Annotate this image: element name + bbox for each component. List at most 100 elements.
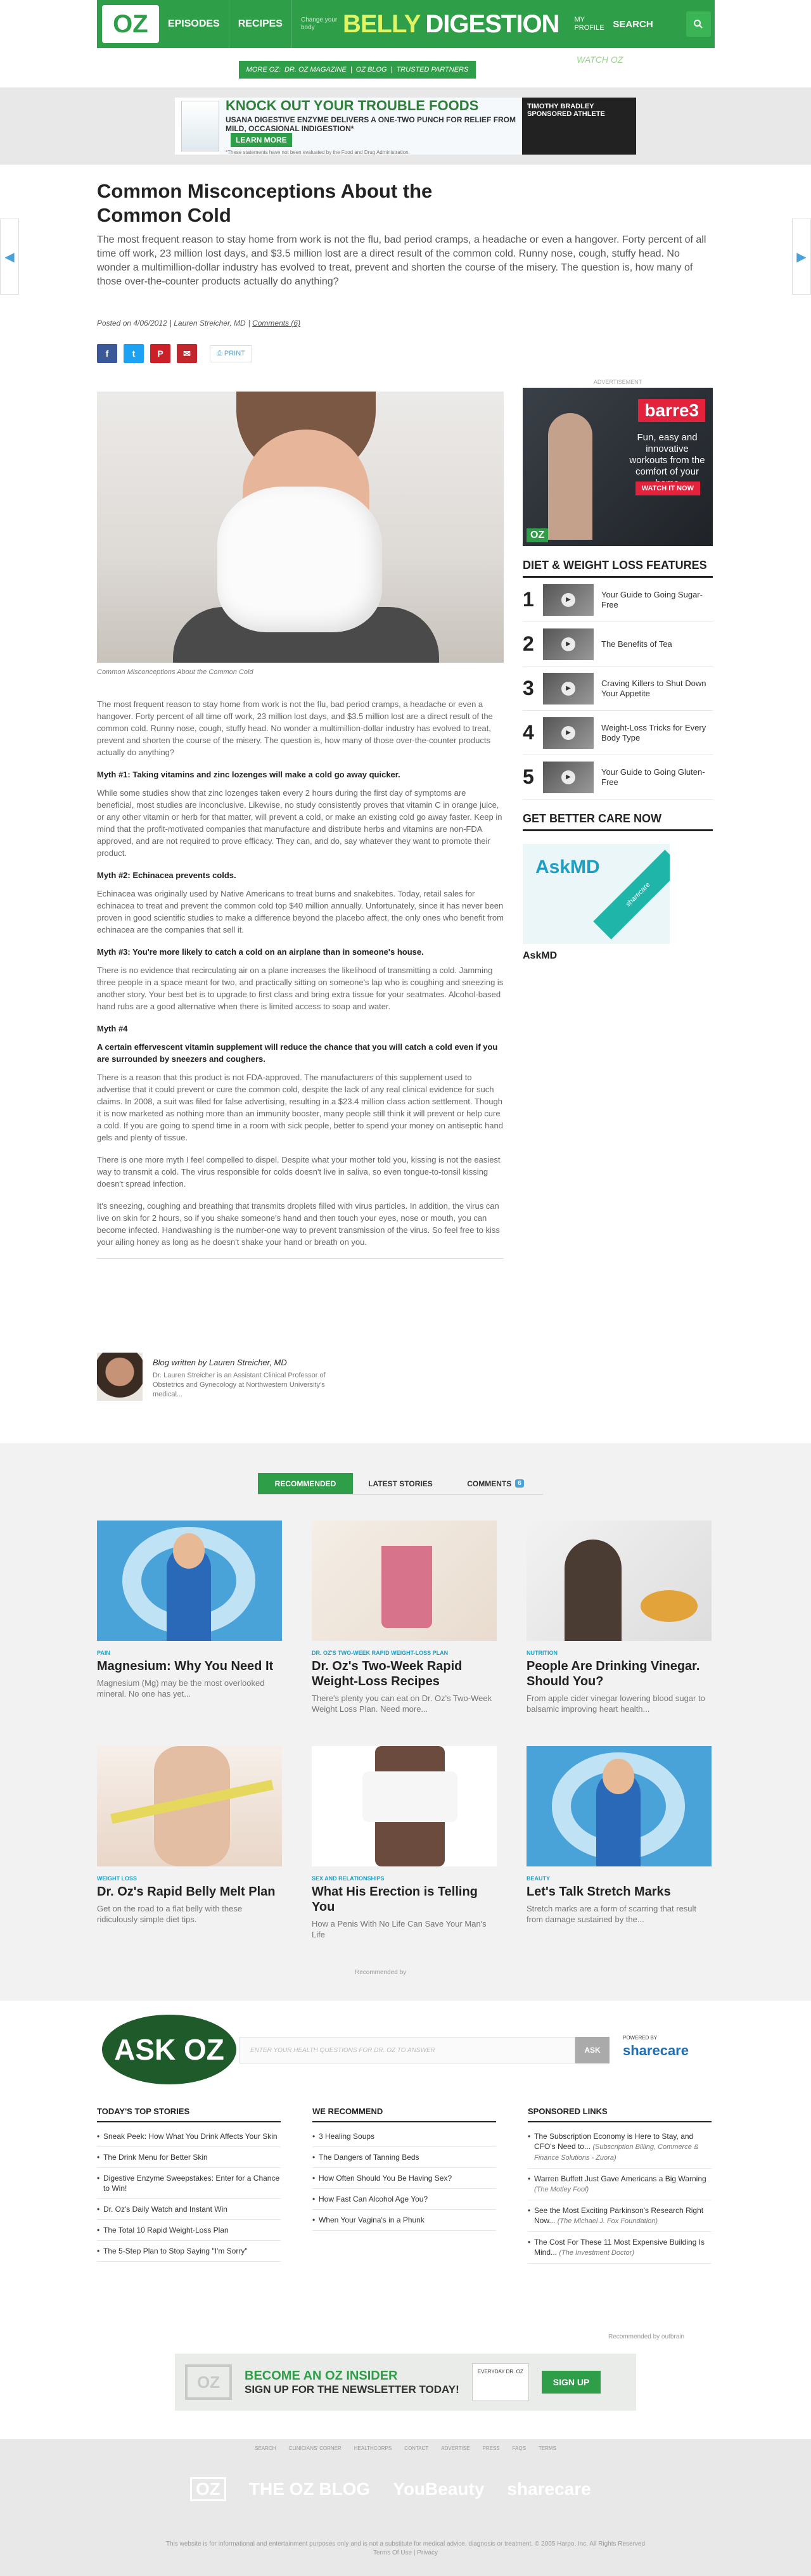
list-item[interactable]: The 5-Step Plan to Stop Saying "I'm Sorr… <box>97 2241 281 2262</box>
posted-date: Posted on 4/06/2012 <box>97 319 167 328</box>
search-label[interactable]: SEARCH <box>605 0 686 48</box>
card-title[interactable]: Dr. Oz's Two-Week Rapid Weight-Loss Reci… <box>312 1659 497 1689</box>
story-card[interactable]: SEX AND RELATIONSHIPS What His Erection … <box>312 1746 497 1940</box>
footer-blog-logo[interactable]: THE OZ BLOG <box>249 2479 370 2499</box>
print-button[interactable]: ⎙ PRINT <box>210 345 252 362</box>
ask-button[interactable]: ASK <box>575 2037 610 2063</box>
nav-promo[interactable]: Change your body BELLY DIGESTION <box>292 0 568 48</box>
play-icon: ▶ <box>561 725 575 740</box>
care-heading: GET BETTER CARE NOW <box>523 812 713 831</box>
list-item[interactable]: 3 Healing Soups <box>312 2126 496 2147</box>
card-image <box>527 1746 712 1866</box>
author-link[interactable]: Lauren Streicher, MD <box>174 319 245 328</box>
search-button[interactable] <box>686 11 711 37</box>
list-item[interactable]: Sneak Peek: How What You Drink Affects Y… <box>97 2126 281 2147</box>
my-profile-link[interactable]: MY PROFILE <box>568 16 605 32</box>
newsletter-banner[interactable]: OZ BECOME AN OZ INSIDER SIGN UP FOR THE … <box>175 2354 636 2411</box>
story-card[interactable]: BEAUTY Let's Talk Stretch Marks Stretch … <box>527 1746 712 1940</box>
footer-link[interactable]: PRESS <box>482 2445 499 2451</box>
oz-logo[interactable]: OZ <box>102 5 159 43</box>
card-title[interactable]: What His Erection is Telling You <box>312 1884 497 1915</box>
tab-latest[interactable]: LATEST STORIES <box>353 1473 448 1495</box>
card-title[interactable]: Let's Talk Stretch Marks <box>527 1884 712 1899</box>
footer-link[interactable]: HEALTHCORPS <box>354 2445 392 2451</box>
list-item[interactable]: The Cost For These 11 Most Expensive Bui… <box>528 2232 712 2264</box>
footer-link[interactable]: ADVERTISE <box>441 2445 469 2451</box>
terms-links[interactable]: Terms Of Use | Privacy <box>0 2549 811 2556</box>
story-card[interactable]: PAIN Magnesium: Why You Need It Magnesiu… <box>97 1521 282 1714</box>
footer-link[interactable]: CLINICIANS' CORNER <box>288 2445 341 2451</box>
leaderboard-ad[interactable]: KNOCK OUT YOUR TROUBLE FOODS USANA DIGES… <box>175 98 636 155</box>
feature-thumb: ▶ <box>543 583 594 616</box>
list-item[interactable]: The Drink Menu for Better Skin <box>97 2147 281 2168</box>
askmd-label[interactable]: AskMD <box>523 950 713 962</box>
nav-episodes[interactable]: EPISODES <box>159 0 229 48</box>
promo-title-b: DIGESTION <box>425 10 559 38</box>
recommended-by[interactable]: Recommended by <box>355 1969 406 1976</box>
more-oz-label: MORE OZ: <box>246 66 281 73</box>
nav-recipes[interactable]: RECIPES <box>229 0 292 48</box>
article-dek: The most frequent reason to stay home fr… <box>97 234 706 287</box>
story-card[interactable]: NUTRITION People Are Drinking Vinegar. S… <box>527 1521 712 1714</box>
footer-oz-logo[interactable]: OZ <box>190 2477 226 2501</box>
feature-thumb: ▶ <box>543 628 594 660</box>
card-title[interactable]: Magnesium: Why You Need It <box>97 1659 282 1674</box>
ask-oz-logo: ASK OZ <box>102 2015 236 2084</box>
list-item[interactable]: The Dangers of Tanning Beds <box>312 2147 496 2168</box>
ask-oz-input[interactable]: ENTER YOUR HEALTH QUESTIONS FOR DR. OZ T… <box>239 2037 575 2063</box>
list-item[interactable]: How Often Should You Be Having Sex? <box>312 2168 496 2189</box>
next-article-arrow[interactable]: ▶ <box>792 219 811 295</box>
link-trusted-partners[interactable]: TRUSTED PARTNERS <box>396 66 468 73</box>
author-name[interactable]: Blog written by Lauren Streicher, MD <box>153 1358 343 1367</box>
comments-link[interactable]: Comments (6) <box>252 319 300 328</box>
list-item[interactable]: See the Most Exciting Parkinson's Resear… <box>528 2200 712 2232</box>
list-item[interactable]: How Fast Can Alcohol Age You? <box>312 2189 496 2210</box>
prev-article-arrow[interactable]: ◀ <box>0 219 19 295</box>
feature-item[interactable]: 1 ▶ Your Guide to Going Sugar-Free <box>523 578 713 622</box>
email-icon[interactable]: ✉ <box>177 344 197 363</box>
story-card[interactable]: WEIGHT LOSS Dr. Oz's Rapid Belly Melt Pl… <box>97 1746 282 1940</box>
list-item[interactable]: The Total 10 Rapid Weight-Loss Plan <box>97 2220 281 2241</box>
card-title[interactable]: People Are Drinking Vinegar. Should You? <box>527 1659 712 1689</box>
sharecare-logo[interactable]: sharecare <box>623 2043 689 2059</box>
list-item[interactable]: Dr. Oz's Daily Watch and Instant Win <box>97 2199 281 2220</box>
feature-item[interactable]: 4 ▶ Weight-Loss Tricks for Every Body Type <box>523 711 713 755</box>
search-icon <box>694 20 703 29</box>
list-item[interactable]: Digestive Enzyme Sweepstakes: Enter for … <box>97 2168 281 2199</box>
askmd-promo[interactable]: AskMD sharecare <box>523 844 670 944</box>
footer-sharecare-logo[interactable]: sharecare <box>507 2479 591 2499</box>
footer-link[interactable]: TERMS <box>539 2445 556 2451</box>
link-oz-blog[interactable]: OZ BLOG <box>356 66 387 73</box>
feature-item[interactable]: 5 ▶ Your Guide to Going Gluten-Free <box>523 755 713 800</box>
ad-cta[interactable]: WATCH IT NOW <box>635 481 700 495</box>
footer-link[interactable]: FAQS <box>513 2445 526 2451</box>
pinterest-icon[interactable]: P <box>150 344 170 363</box>
author-box: Blog written by Lauren Streicher, MD Dr.… <box>97 1353 504 1401</box>
list-item[interactable]: The Subscription Economy is Here to Stay… <box>528 2126 712 2169</box>
footer-link[interactable]: SEARCH <box>255 2445 276 2451</box>
watch-oz-link[interactable]: WATCH OZ <box>577 54 623 65</box>
sidebar-ad[interactable]: barre3 Fun, easy and innovative workouts… <box>523 388 713 546</box>
footer-youbeauty-logo[interactable]: YouBeauty <box>393 2479 484 2499</box>
story-card[interactable]: DR. OZ'S TWO-WEEK RAPID WEIGHT-LOSS PLAN… <box>312 1521 497 1714</box>
feature-item[interactable]: 3 ▶ Craving Killers to Shut Down Your Appe… <box>523 666 713 711</box>
outbrain-credit[interactable]: Recommended by outbrain <box>608 2333 684 2340</box>
twitter-icon[interactable]: t <box>124 344 144 363</box>
tab-recommended[interactable]: RECOMMENDED <box>258 1473 353 1495</box>
list-item[interactable]: When Your Vagina's in a Phunk <box>312 2210 496 2231</box>
feature-item[interactable]: 2 ▶ The Benefits of Tea <box>523 622 713 666</box>
footer-link[interactable]: CONTACT <box>404 2445 428 2451</box>
askmd-logo: AskMD <box>535 857 600 877</box>
ad-brand: barre3 <box>638 399 705 422</box>
card-title[interactable]: Dr. Oz's Rapid Belly Melt Plan <box>97 1884 282 1899</box>
ad-learn-more[interactable]: LEARN MORE <box>231 132 292 147</box>
tab-comments[interactable]: COMMENTS 6 <box>448 1473 543 1495</box>
card-kicker: PAIN <box>97 1650 110 1656</box>
author-avatar[interactable] <box>97 1353 143 1401</box>
card-kicker: BEAUTY <box>527 1875 551 1882</box>
link-magazine[interactable]: DR. OZ MAGAZINE <box>284 66 347 73</box>
hero-image <box>97 392 504 663</box>
signup-button[interactable]: SIGN UP <box>541 2371 601 2394</box>
list-item[interactable]: Warren Buffett Just Gave Americans a Big… <box>528 2169 712 2200</box>
facebook-icon[interactable]: f <box>97 344 117 363</box>
